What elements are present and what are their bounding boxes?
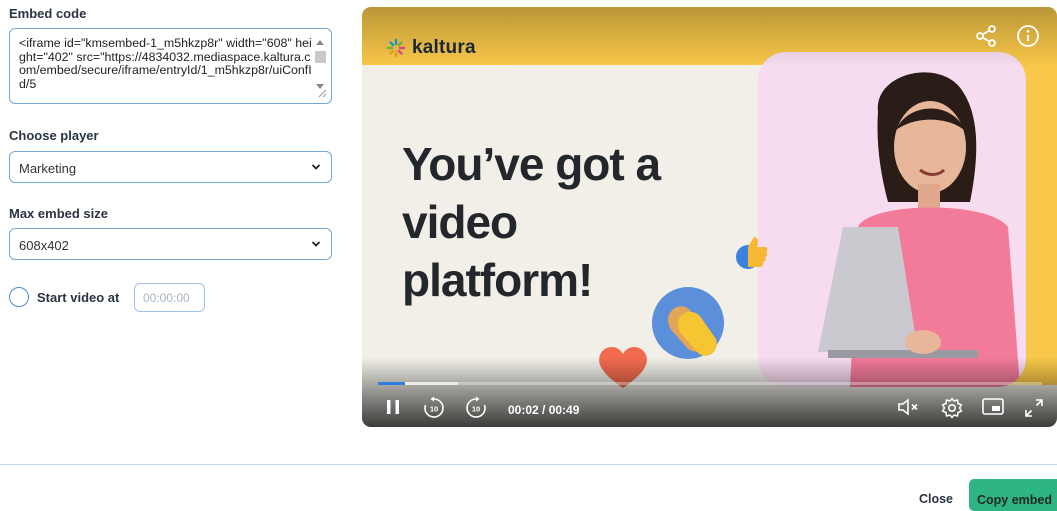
embed-code-text[interactable]: <iframe id="kmsembed-1_m5hkzp8r" width="… — [19, 37, 315, 99]
forward-10-icon[interactable]: 10 — [464, 396, 488, 420]
chevron-down-icon — [312, 164, 320, 170]
woman-with-laptop-illustration — [818, 72, 1020, 387]
footer-divider — [0, 464, 1057, 465]
embed-code-textarea[interactable]: <iframe id="kmsembed-1_m5hkzp8r" width="… — [9, 28, 332, 104]
resize-grip-icon[interactable] — [317, 88, 327, 98]
playback-time: 00:02 / 00:49 — [508, 403, 580, 417]
top-controls-shade — [362, 7, 1057, 67]
fullscreen-icon[interactable] — [1022, 396, 1046, 420]
start-time-input[interactable]: 00:00:00 — [134, 283, 205, 312]
share-icon[interactable] — [974, 24, 998, 48]
choose-player-label: Choose player — [9, 128, 99, 143]
chevron-down-icon — [312, 241, 320, 247]
forward-10-label: 10 — [472, 405, 480, 414]
rewind-10-icon[interactable]: 10 — [422, 396, 446, 420]
max-embed-size-label: Max embed size — [9, 206, 108, 221]
scroll-thumb[interactable] — [315, 51, 326, 63]
pause-icon[interactable] — [382, 396, 404, 418]
embed-size-select-value: 608x402 — [19, 238, 69, 253]
close-button[interactable]: Close — [913, 481, 959, 509]
settings-icon[interactable] — [940, 396, 964, 420]
scroll-up-arrow-icon[interactable] — [316, 40, 324, 45]
player-select[interactable]: Marketing — [9, 151, 332, 183]
info-icon[interactable] — [1016, 24, 1040, 48]
clapping-hands-emoji-icon — [652, 287, 724, 359]
picture-in-picture-icon[interactable] — [981, 396, 1005, 418]
embed-size-select[interactable]: 608x402 — [9, 228, 332, 260]
copy-embed-button[interactable]: Copy embed — [969, 479, 1057, 511]
presenter-image-card — [758, 52, 1026, 387]
rewind-10-label: 10 — [430, 405, 438, 414]
progress-played[interactable] — [378, 382, 405, 385]
embed-code-scrollbar[interactable] — [314, 37, 327, 95]
start-video-label[interactable]: Start video at — [37, 290, 119, 305]
thumbs-up-emoji-icon — [736, 237, 768, 269]
player-select-value: Marketing — [19, 161, 77, 176]
start-video-checkbox[interactable] — [9, 287, 29, 307]
progress-track[interactable] — [378, 382, 1042, 385]
mute-icon[interactable] — [896, 396, 924, 418]
embed-code-label: Embed code — [9, 6, 87, 21]
video-player[interactable]: kaltura You’ve got a video platform! — [362, 7, 1057, 427]
